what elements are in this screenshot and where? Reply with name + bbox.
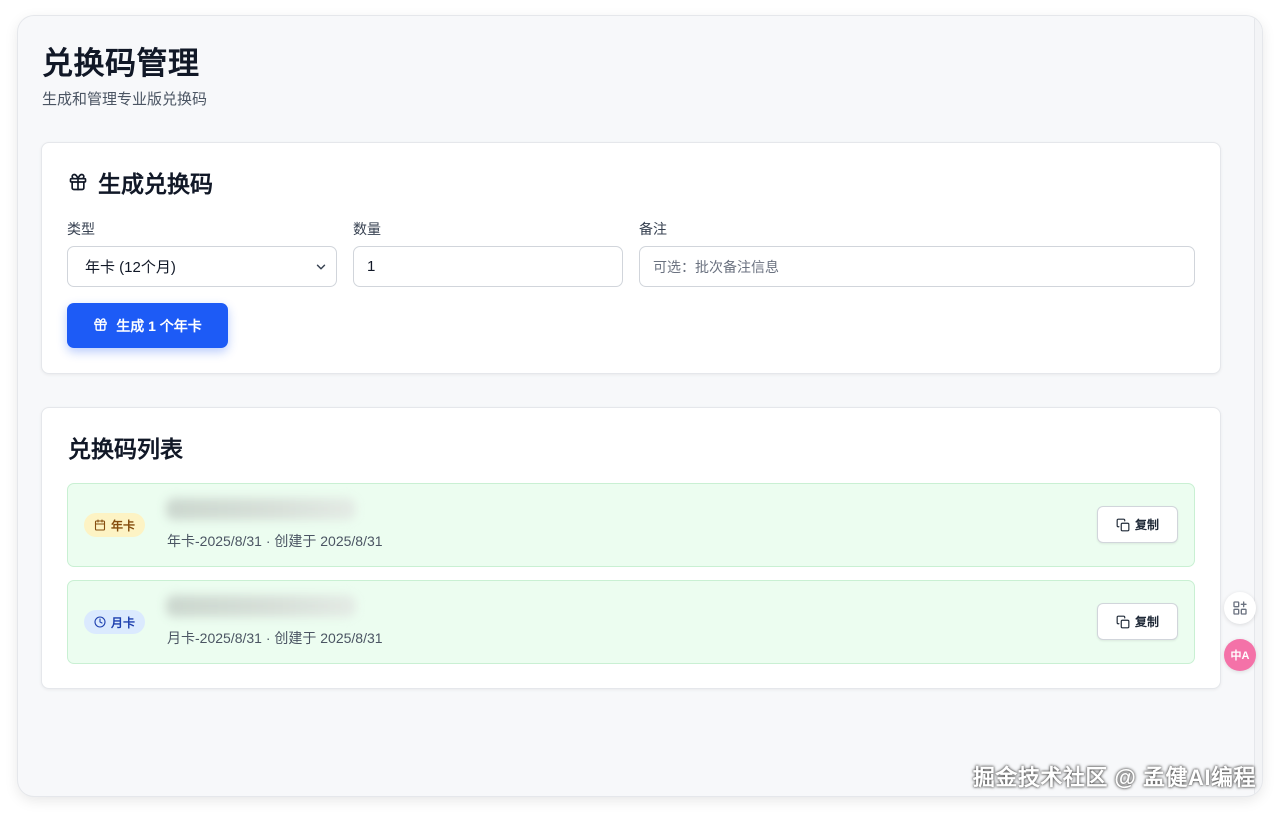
code-list-item: 年卡 年卡-2025/8/31 · 创建于 2025/8/31 复制 [67, 483, 1195, 567]
quantity-label: 数量 [353, 221, 381, 237]
app-window: 兑换码管理 生成和管理专业版兑换码 生成兑换码 类型 数量 备注 年卡 (12个… [18, 16, 1262, 796]
apps-tool-button[interactable] [1224, 592, 1256, 624]
page-title: 兑换码管理 [42, 46, 200, 81]
copy-button[interactable]: 复制 [1097, 603, 1178, 640]
code-meta: 月卡-2025/8/31 · 创建于 2025/8/31 [167, 630, 383, 646]
translate-icon: 中A [1230, 650, 1250, 662]
type-badge-label: 年卡 [111, 518, 136, 533]
copy-icon [1116, 615, 1130, 629]
note-input[interactable]: 可选：批次备注信息 [639, 246, 1195, 287]
note-input-placeholder: 可选：批次备注信息 [653, 258, 779, 275]
page-subtitle: 生成和管理专业版兑换码 [42, 91, 208, 108]
clock-icon [94, 616, 106, 628]
type-badge: 年卡 [84, 513, 146, 537]
type-badge-label: 月卡 [111, 615, 136, 630]
generate-card: 生成兑换码 类型 数量 备注 年卡 (12个月) 1 可选：批次备注信息 生成 … [41, 142, 1221, 374]
chevron-down-icon [314, 260, 328, 274]
watermark: 掘金技术社区 @ 孟健AI编程 [972, 765, 1256, 790]
redacted-code [166, 498, 356, 520]
note-label: 备注 [639, 221, 667, 237]
code-list-item: 月卡 月卡-2025/8/31 · 创建于 2025/8/31 复制 [67, 580, 1195, 664]
generate-card-title-text: 生成兑换码 [98, 171, 213, 197]
gift-icon [68, 172, 88, 192]
code-meta: 年卡-2025/8/31 · 创建于 2025/8/31 [167, 533, 383, 549]
code-list-card: 兑换码列表 年卡 年卡-2025/8/31 · 创建于 2025/8/31 复制 [41, 407, 1221, 689]
generate-button-label: 生成 1 个年卡 [116, 317, 202, 334]
type-select[interactable]: 年卡 (12个月) [67, 246, 337, 287]
generate-card-title: 生成兑换码 [68, 165, 213, 199]
type-select-value: 年卡 (12个月) [85, 259, 176, 276]
translate-tool-button[interactable]: 中A [1224, 639, 1256, 671]
copy-icon [1116, 518, 1130, 532]
redacted-code [166, 595, 356, 617]
code-list-title: 兑换码列表 [68, 436, 183, 462]
grid-add-icon [1232, 600, 1248, 616]
generate-button[interactable]: 生成 1 个年卡 [67, 303, 228, 348]
scrollbar[interactable] [1254, 16, 1262, 796]
type-badge: 月卡 [84, 610, 146, 634]
gift-icon [93, 317, 108, 335]
quantity-input[interactable]: 1 [353, 246, 623, 287]
quantity-input-value: 1 [367, 258, 376, 275]
copy-button-label: 复制 [1134, 615, 1159, 629]
copy-button-label: 复制 [1134, 518, 1159, 532]
type-label: 类型 [67, 221, 95, 237]
copy-button[interactable]: 复制 [1097, 506, 1178, 543]
calendar-icon [94, 519, 106, 531]
